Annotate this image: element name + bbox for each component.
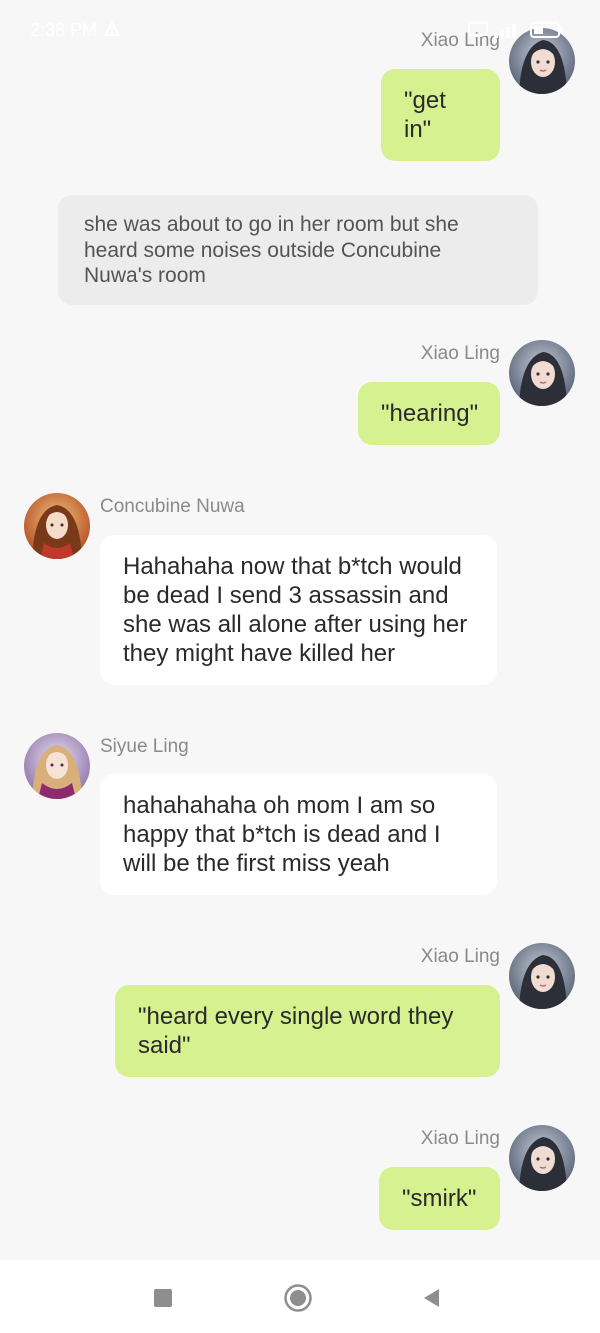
user-message-bubble: "heard every single word they said" (115, 985, 500, 1077)
avatar-concubine-nuwa[interactable] (24, 493, 90, 559)
sender-name: Xiao Ling (420, 343, 500, 364)
recents-square-icon[interactable] (147, 1282, 179, 1314)
warning-triangle-icon (104, 22, 120, 36)
sender-name: Concubine Nuwa (100, 496, 245, 517)
character-message-bubble: hahahahaha oh mom I am so happy that b*t… (100, 774, 497, 895)
status-icons (468, 22, 563, 38)
user-message-bubble: "hearing" (358, 382, 500, 445)
signal-icon (494, 24, 516, 38)
narration-bubble: she was about to go in her room but she … (58, 195, 538, 305)
user-message-bubble: "get in" (381, 69, 500, 161)
status-time: 2:38 PM (30, 20, 98, 40)
avatar-xiao-ling[interactable] (509, 943, 575, 1009)
character-message-bubble: Hahahaha now that b*tch would be dead I … (100, 535, 497, 685)
sender-name: Xiao Ling (420, 946, 500, 967)
navigation-bar (0, 1260, 600, 1333)
avatar-siyue-ling[interactable] (24, 733, 90, 799)
status-bar: 2:38 PM (0, 0, 600, 64)
battery-icon (530, 22, 563, 38)
sender-name: Xiao Ling (420, 1128, 500, 1149)
sender-name: Siyue Ling (100, 736, 189, 757)
battery-level (534, 26, 543, 34)
home-circle-icon[interactable] (282, 1282, 314, 1314)
avatar-xiao-ling[interactable] (509, 340, 575, 406)
avatar-xiao-ling[interactable] (509, 1125, 575, 1191)
user-message-bubble: "smirk" (379, 1167, 500, 1230)
screen-icon (468, 22, 488, 37)
back-triangle-icon[interactable] (416, 1282, 448, 1314)
